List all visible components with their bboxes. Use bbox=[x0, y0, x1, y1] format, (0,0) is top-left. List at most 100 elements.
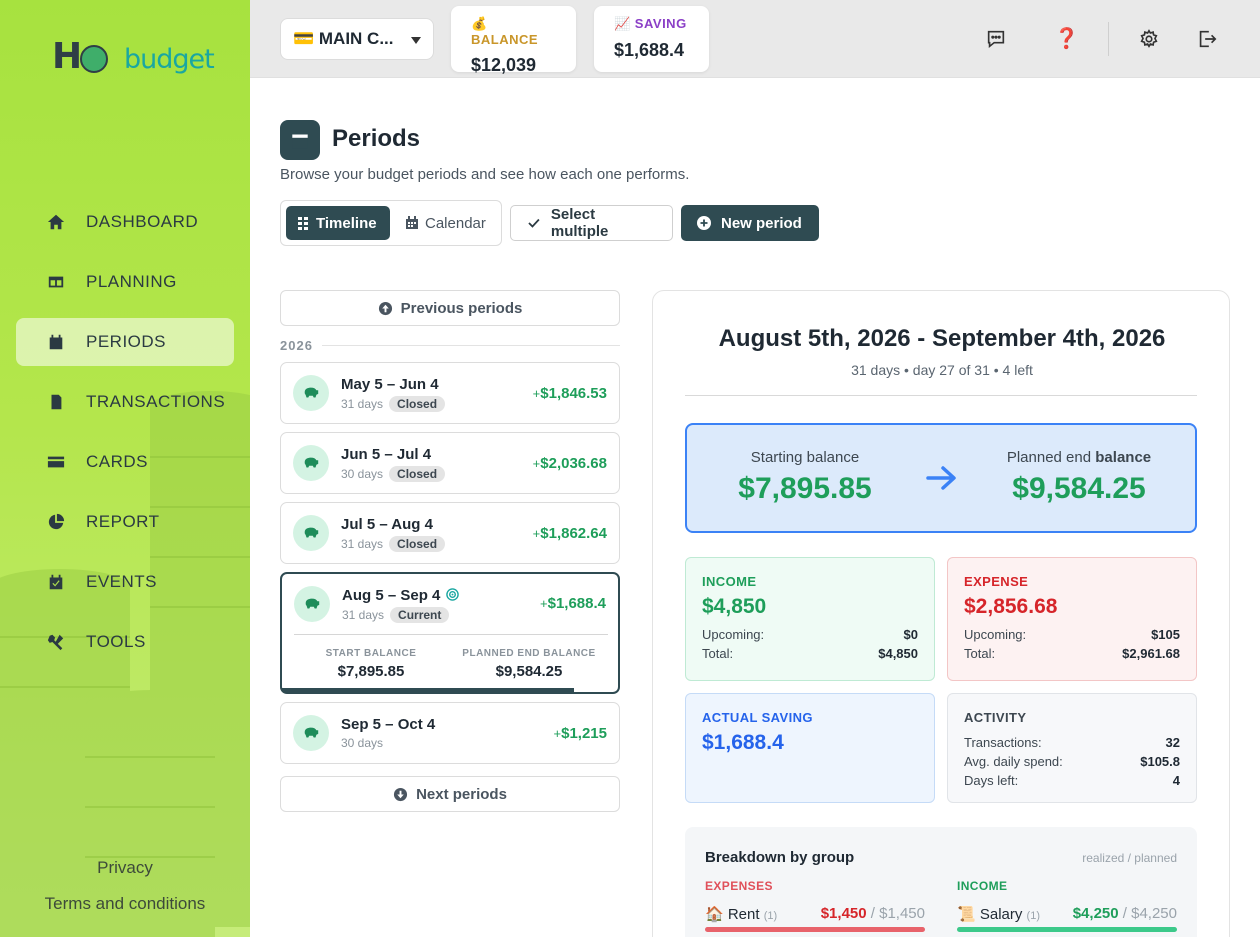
period-item[interactable]: Sep 5 – Oct 4 30 days +$1,215 bbox=[280, 702, 620, 764]
previous-periods-button[interactable]: Previous periods bbox=[280, 290, 620, 326]
calendar-icon bbox=[46, 332, 66, 352]
period-item[interactable]: Jul 5 – Aug 4 31 days Closed +$1,862.64 bbox=[280, 502, 620, 564]
income-box: INCOME $4,850 Upcoming: $0 Total: $4,850 bbox=[685, 557, 935, 681]
logout-icon[interactable] bbox=[1196, 28, 1218, 50]
sidebar-item-periods[interactable]: PERIODS bbox=[16, 318, 234, 366]
view-toggle: Timeline Calendar bbox=[280, 200, 502, 246]
breakdown-row-rent[interactable]: 🏠 Rent (1) $1,450 / $1,450 bbox=[705, 905, 925, 923]
select-multiple-button[interactable]: Select multiple bbox=[510, 205, 673, 241]
sidebar-item-label: DASHBOARD bbox=[86, 212, 199, 231]
income-upcoming-value: $0 bbox=[903, 627, 918, 642]
breakdown-row-salary[interactable]: 📜 Salary (1) $4,250 / $4,250 bbox=[957, 905, 1177, 923]
balance-label: 💰 BALANCE bbox=[471, 16, 539, 47]
planned-end-label-bold: balance bbox=[1095, 449, 1152, 466]
period-amount: $1,688.4 bbox=[547, 595, 606, 612]
privacy-link[interactable]: Privacy bbox=[0, 858, 250, 878]
gear-icon[interactable] bbox=[1138, 28, 1160, 50]
rent-realized: $1,450 bbox=[820, 905, 867, 922]
transactions-label: Transactions: bbox=[964, 735, 1042, 750]
period-item-current[interactable]: Aug 5 – Sep 4 31 days Current +$1,688.4 S… bbox=[280, 572, 620, 694]
period-days: 31 days bbox=[341, 397, 384, 411]
timeline-view-button[interactable]: Timeline bbox=[286, 206, 390, 240]
balance-summary-box: Starting balance $7,895.85 Planned end b… bbox=[685, 423, 1197, 533]
period-item[interactable]: Jun 5 – Jul 4 30 days Closed +$2,036.68 bbox=[280, 432, 620, 494]
select-multiple-label: Select multiple bbox=[550, 206, 609, 240]
period-amount: $2,036.68 bbox=[540, 455, 607, 472]
avg-daily-spend-label: Avg. daily spend: bbox=[964, 754, 1063, 769]
period-detail-title: August 5th, 2026 - September 4th, 2026 bbox=[718, 325, 1166, 352]
sidebar-item-planning[interactable]: PLANNING bbox=[16, 258, 234, 306]
calendar-label: Calendar bbox=[425, 214, 486, 232]
balance-stat: 💰 BALANCE $12,039 bbox=[451, 6, 576, 75]
saving-stat: 📈 SAVING $1,688.4 bbox=[594, 6, 709, 72]
terms-link[interactable]: Terms and conditions bbox=[0, 894, 250, 914]
period-detail-subtitle: 31 days • day 27 of 31 • 4 left bbox=[851, 362, 1033, 378]
arrow-down-circle-icon bbox=[394, 787, 408, 801]
new-period-button[interactable]: New period bbox=[681, 205, 819, 241]
receipt-icon bbox=[46, 392, 66, 412]
rent-count: (1) bbox=[763, 910, 778, 922]
sidebar-item-label: PLANNING bbox=[86, 272, 177, 291]
help-icon[interactable]: ❓ bbox=[1054, 28, 1079, 50]
credit-card-icon bbox=[46, 452, 66, 472]
period-days: 30 days bbox=[341, 736, 384, 750]
logo-hold-text: H bbox=[52, 36, 82, 77]
sidebar-item-dashboard[interactable]: DASHBOARD bbox=[16, 198, 234, 246]
calendar-check-icon bbox=[46, 572, 66, 592]
salary-planned: / $4,250 bbox=[1122, 905, 1177, 922]
home-icon bbox=[46, 212, 66, 232]
check-icon bbox=[528, 218, 540, 228]
saving-value: $1,688.4 bbox=[614, 40, 685, 60]
period-item[interactable]: May 5 – Jun 4 31 days Closed +$1,846.53 bbox=[280, 362, 620, 424]
tools-icon bbox=[46, 632, 66, 652]
piggy-bank-icon bbox=[293, 715, 329, 751]
sidebar-item-label: TRANSACTIONS bbox=[86, 392, 226, 411]
starting-balance-label: Starting balance bbox=[750, 449, 860, 466]
starting-balance-value: $7,895.85 bbox=[738, 472, 872, 505]
plus-circle-icon bbox=[697, 216, 711, 230]
columns-icon bbox=[46, 272, 66, 292]
income-label: INCOME bbox=[702, 574, 757, 589]
card-select[interactable]: 💳 MAIN C... bbox=[280, 18, 434, 60]
breakdown-legend: realized / planned bbox=[1082, 851, 1177, 865]
arrow-up-circle-icon bbox=[378, 301, 392, 315]
expense-label: EXPENSE bbox=[964, 574, 1029, 589]
sidebar-item-events[interactable]: EVENTS bbox=[16, 558, 234, 606]
saving-label: 📈 SAVING bbox=[614, 16, 687, 31]
period-range: Sep 5 – Oct 4 bbox=[341, 716, 436, 733]
breakdown-title: Breakdown by group bbox=[705, 849, 855, 866]
salary-name: 📜 Salary bbox=[957, 906, 1023, 923]
previous-periods-label: Previous periods bbox=[400, 299, 523, 317]
expense-total-value: $2,961.68 bbox=[1122, 646, 1180, 661]
planned-end-value: $9,584.25 bbox=[1012, 472, 1146, 505]
header-divider bbox=[1108, 22, 1109, 56]
page-subtitle: Browse your budget periods and see how e… bbox=[280, 166, 690, 183]
period-range: May 5 – Jun 4 bbox=[341, 376, 439, 393]
sidebar-item-transactions[interactable]: TRANSACTIONS bbox=[16, 378, 234, 426]
next-periods-button[interactable]: Next periods bbox=[280, 776, 620, 812]
app-logo[interactable]: H budget bbox=[50, 36, 215, 80]
timeline-label: Timeline bbox=[316, 214, 377, 232]
piggy-bank-icon bbox=[294, 586, 330, 622]
sidebar-item-report[interactable]: REPORT bbox=[16, 498, 234, 546]
period-amount: $1,846.53 bbox=[540, 385, 607, 402]
plus-sign: + bbox=[540, 596, 548, 611]
activity-box: ACTIVITY Transactions: 32 Avg. daily spen… bbox=[947, 693, 1197, 803]
target-icon bbox=[446, 588, 460, 601]
new-period-label: New period bbox=[721, 214, 802, 232]
period-days: 31 days bbox=[341, 537, 384, 551]
period-progress-bar bbox=[282, 688, 575, 692]
sidebar-item-cards[interactable]: CARDS bbox=[16, 438, 234, 486]
breakdown-section: Breakdown by group realized / planned EX… bbox=[685, 827, 1197, 937]
rent-progress-bar bbox=[705, 927, 925, 932]
calendar-icon bbox=[406, 216, 418, 229]
salary-count: (1) bbox=[1026, 910, 1040, 922]
arrow-right-icon bbox=[926, 466, 956, 490]
year-divider bbox=[322, 345, 620, 346]
sidebar-item-tools[interactable]: TOOLS bbox=[16, 618, 234, 666]
income-total-label: Total: bbox=[702, 646, 734, 661]
piggy-bank-icon bbox=[293, 445, 329, 481]
avg-daily-spend-value: $105.8 bbox=[1140, 754, 1180, 769]
calendar-view-button[interactable]: Calendar bbox=[395, 206, 499, 240]
chat-icon[interactable] bbox=[985, 28, 1007, 50]
